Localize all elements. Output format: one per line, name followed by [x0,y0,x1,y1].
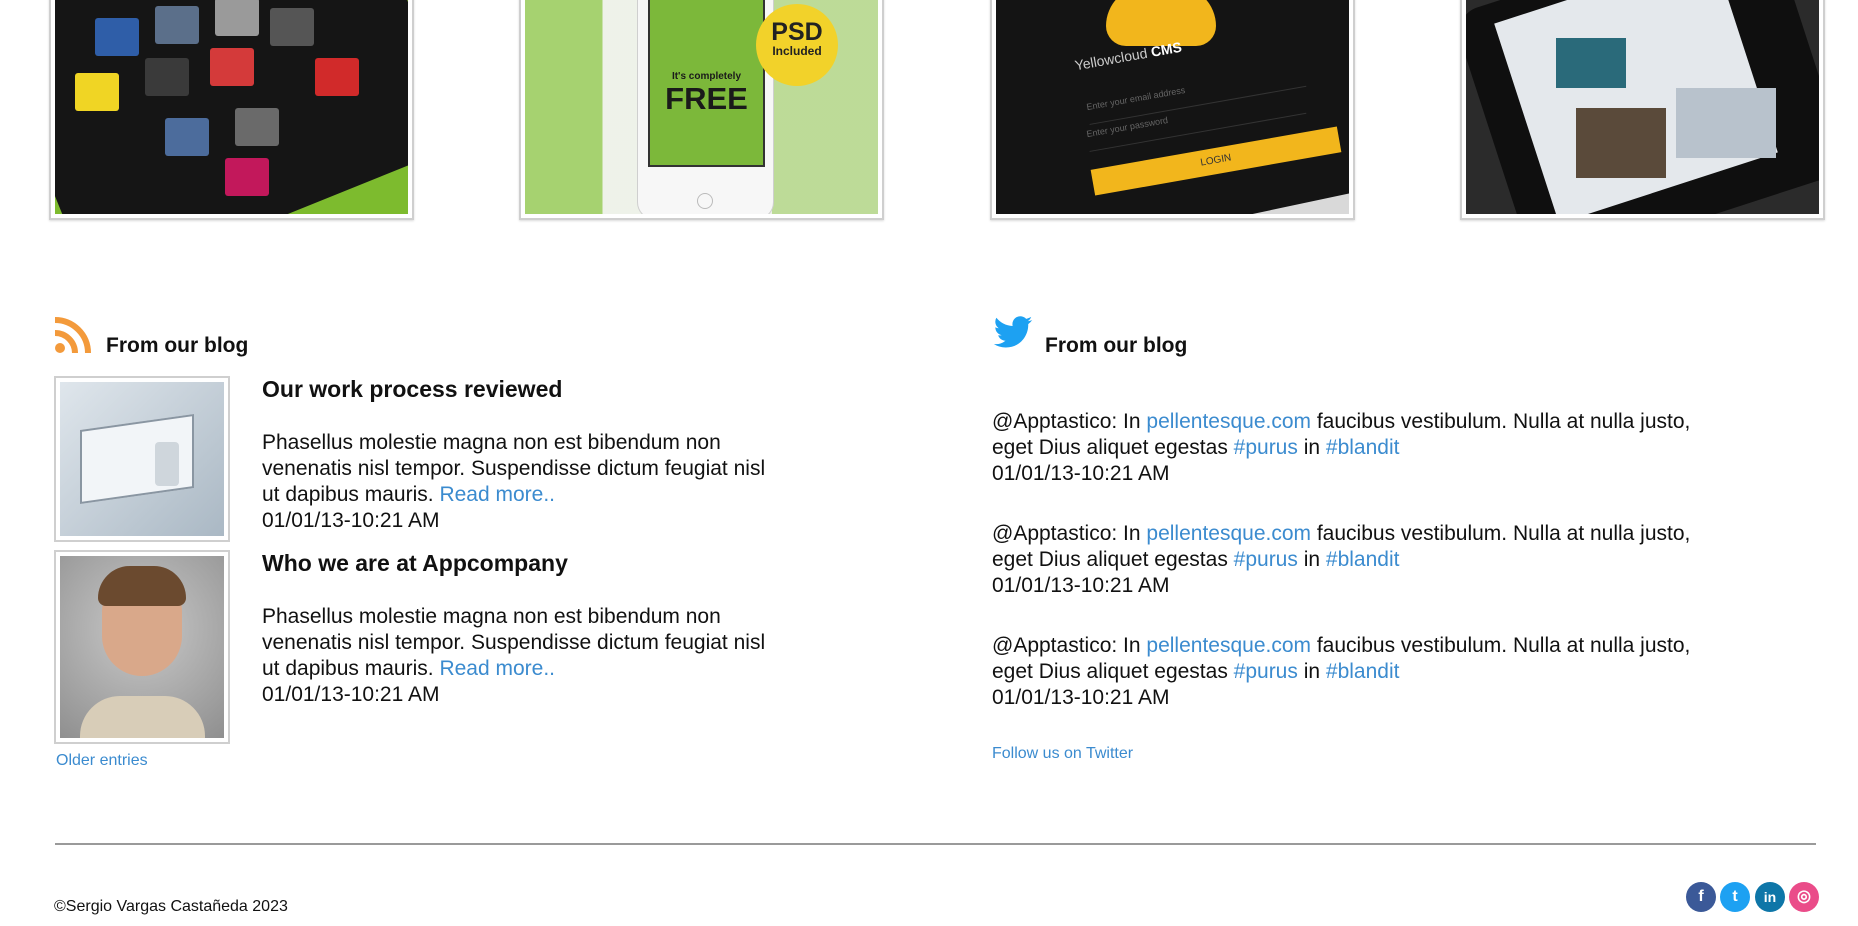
dribbble-icon[interactable]: ◎ [1789,882,1819,912]
tweet-link[interactable]: pellentesque.com [1146,634,1311,657]
cloud-upload-icon [1106,0,1216,46]
linkedin-icon[interactable]: in [1755,882,1785,912]
post-body: Phasellus molestie magna non est bibendu… [262,430,782,534]
hashtag-link[interactable]: #blandit [1326,548,1400,571]
tweet-link[interactable]: pellentesque.com [1146,522,1311,545]
read-more-link[interactable]: Read more.. [439,483,555,506]
tweet: @Apptastico: In pellentesque.com faucibu… [992,409,1712,487]
hashtag-link[interactable]: #blandit [1326,660,1400,683]
tweet-date: 01/01/13-10:21 AM [992,686,1170,709]
post-thumb-portrait[interactable] [54,550,230,744]
hashtag-link[interactable]: #purus [1234,660,1298,683]
social-app-image [1466,0,1819,214]
copyright-text: ©Sergio Vargas Castañeda 2023 [54,898,288,915]
free-big-text: FREE [665,81,748,116]
badge-included: Included [772,44,822,58]
portfolio-thumb-yellowcloud[interactable]: Yellowcloud CMS Enter your email address… [990,0,1355,220]
tweet-date: 01/01/13-10:21 AM [992,574,1170,597]
twitter-section-title: From our blog [1045,334,1188,357]
portfolio-thumb-music-app[interactable] [49,0,414,220]
hashtag-link[interactable]: #purus [1234,436,1298,459]
tweet-text: in [1297,660,1326,683]
read-more-link[interactable]: Read more.. [439,657,555,680]
older-entries-link[interactable]: Older entries [56,752,148,770]
post-body: Phasellus molestie magna non est bibendu… [262,604,782,708]
post-date: 01/01/13-10:21 AM [262,509,440,532]
blog-title: From our blog [106,334,249,357]
twitter-icon[interactable]: t [1720,882,1750,912]
facebook-icon[interactable]: f [1686,882,1716,912]
psd-badge: PSD Included [756,4,838,86]
music-app-image [55,0,408,214]
tweet-handle: @Apptastico: In [992,410,1147,433]
tweet-handle: @Apptastico: In [992,522,1147,545]
post-thumb-laptop[interactable] [54,376,230,542]
portfolio-thumb-free-psd[interactable]: It's completely FREE PSD Included [519,0,884,220]
twitter-bird-icon [993,316,1033,348]
tweet-text: in [1297,436,1326,459]
laptop-photo [60,382,224,536]
free-psd-image: It's completely FREE PSD Included [525,0,878,214]
post-title[interactable]: Who we are at Appcompany [262,550,568,577]
hashtag-link[interactable]: #purus [1234,548,1298,571]
tweet: @Apptastico: In pellentesque.com faucibu… [992,633,1712,711]
tweet: @Apptastico: In pellentesque.com faucibu… [992,521,1712,599]
portrait-photo [60,556,224,738]
tweet-link[interactable]: pellentesque.com [1146,410,1311,433]
tweet-date: 01/01/13-10:21 AM [992,462,1170,485]
footer-divider [55,843,1816,845]
badge-psd: PSD [771,18,823,46]
post-title[interactable]: Our work process reviewed [262,376,562,403]
follow-twitter-link[interactable]: Follow us on Twitter [992,745,1133,763]
tweet-handle: @Apptastico: In [992,634,1147,657]
rss-icon [54,317,91,354]
post-date: 01/01/13-10:21 AM [262,683,440,706]
portfolio-thumb-social-app[interactable] [1460,0,1825,220]
tweet-text: in [1297,548,1326,571]
yellowcloud-image: Yellowcloud CMS Enter your email address… [996,0,1349,214]
hashtag-link[interactable]: #blandit [1326,436,1400,459]
